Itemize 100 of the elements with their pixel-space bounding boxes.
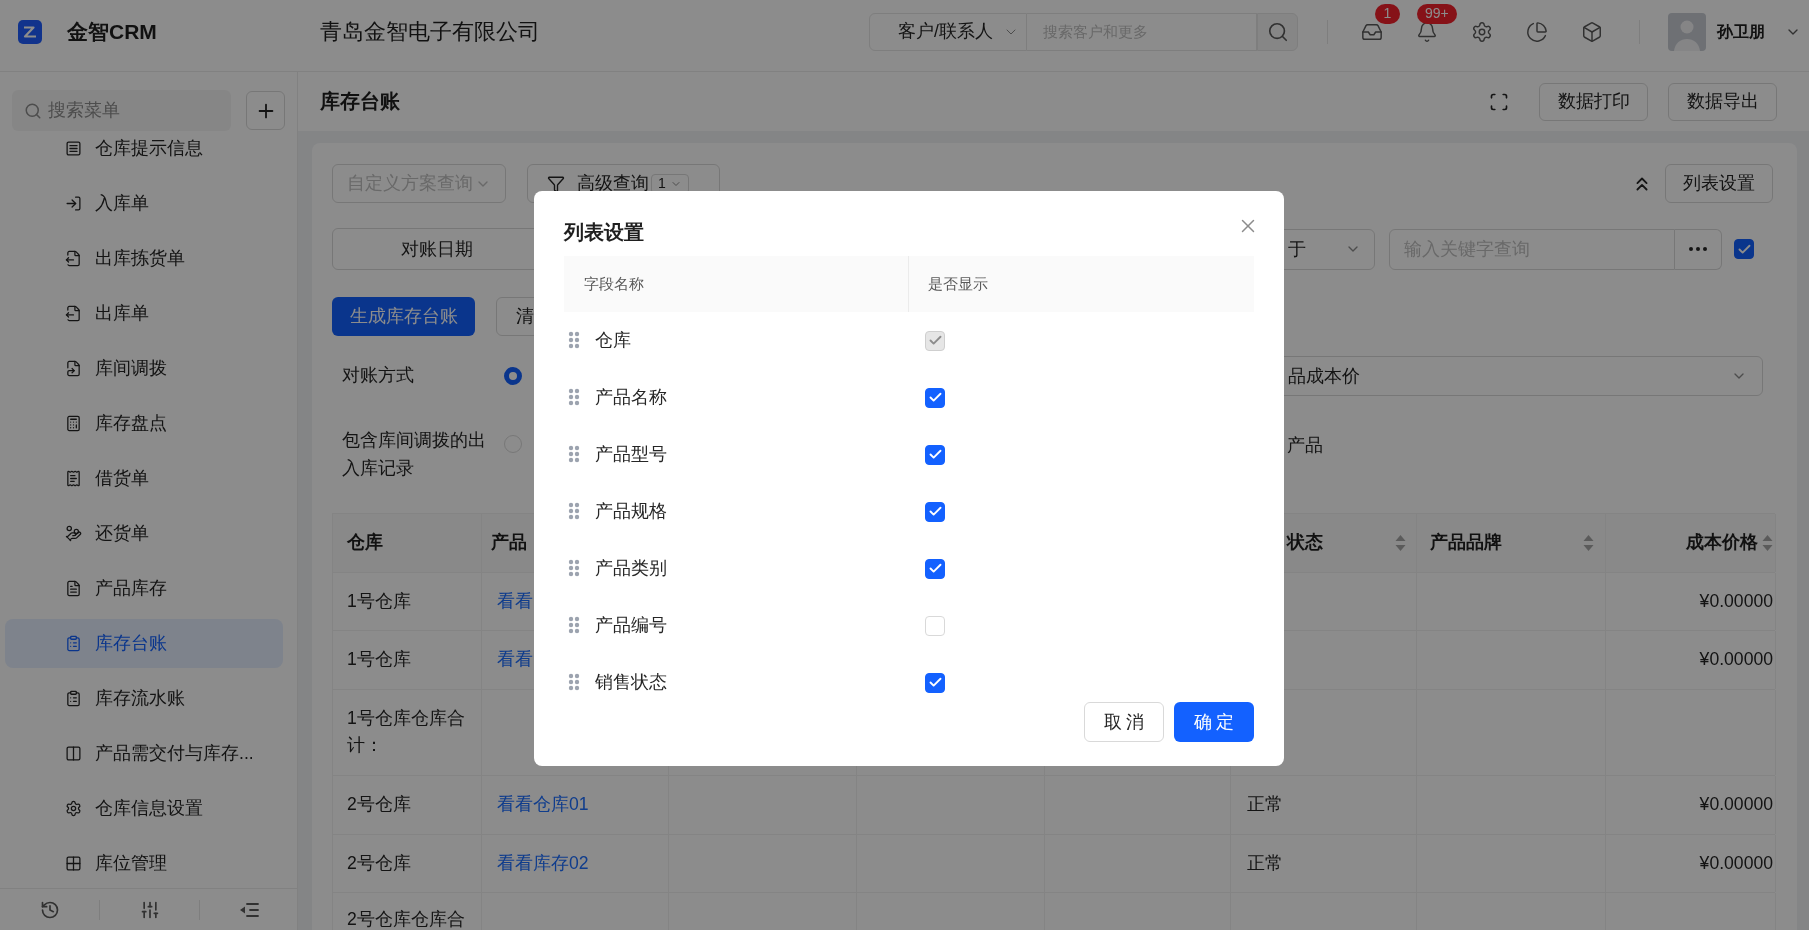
field-name: 产品型号 bbox=[595, 443, 667, 467]
check-icon bbox=[927, 675, 943, 690]
clipboard-icon bbox=[65, 690, 82, 707]
settings-icon bbox=[65, 800, 82, 817]
settings-icon[interactable] bbox=[1471, 20, 1493, 43]
user-name[interactable]: 孙卫朋 bbox=[1717, 19, 1765, 44]
sidebar-item[interactable]: 借货单 bbox=[5, 454, 283, 503]
calculator-icon bbox=[65, 415, 82, 432]
more-icon bbox=[1689, 247, 1707, 251]
option-label: 包含库间调拨的出入库记录 bbox=[341, 429, 487, 480]
drag-handle-icon[interactable] bbox=[568, 616, 580, 635]
table-cell: 正常 bbox=[1231, 775, 1417, 834]
table-cell: ¥0.00000 bbox=[1606, 775, 1776, 834]
notification-badge: 1 bbox=[1375, 3, 1400, 24]
product-link[interactable]: 看看仓库01 bbox=[497, 793, 589, 814]
checkbox[interactable] bbox=[925, 501, 945, 522]
table-cell: 2号仓库仓库合 bbox=[333, 893, 482, 930]
generate-button[interactable]: 生成库存台账 bbox=[332, 297, 475, 336]
file-arrow-icon bbox=[65, 250, 82, 267]
notification-badge: 99+ bbox=[1417, 3, 1457, 24]
document-icon bbox=[65, 580, 82, 597]
list-settings-button[interactable]: 列表设置 bbox=[1665, 164, 1773, 203]
column-header: 产品品牌 bbox=[1430, 531, 1502, 554]
sidebar-item[interactable]: 出库单 bbox=[5, 289, 283, 338]
check-icon bbox=[927, 333, 943, 348]
sidebar-item[interactable]: 库存盘点 bbox=[5, 399, 283, 448]
receipt-icon bbox=[65, 470, 82, 487]
company-name: 青岛金智电子有限公司 bbox=[320, 18, 541, 46]
field-name: 产品类别 bbox=[595, 557, 667, 581]
checkbox[interactable] bbox=[925, 444, 945, 465]
check-icon bbox=[927, 447, 943, 462]
table-cell: 1号仓库 bbox=[333, 572, 482, 631]
option-text: 产品 bbox=[1287, 434, 1323, 457]
column-header: 是否显示 bbox=[927, 274, 988, 295]
column-header: 状态 bbox=[1287, 531, 1323, 554]
drag-handle-icon[interactable] bbox=[568, 673, 580, 692]
logo-icon bbox=[18, 19, 42, 44]
sidebar-item[interactable]: 库存台账 bbox=[5, 619, 283, 668]
checkbox[interactable] bbox=[925, 558, 945, 579]
cube-icon[interactable] bbox=[1581, 20, 1603, 43]
sidebar-item[interactable]: 还货单 bbox=[5, 509, 283, 558]
avatar-placeholder bbox=[1668, 12, 1706, 51]
table-cell: 2号仓库 bbox=[333, 834, 482, 893]
scope-dropdown[interactable]: 客户/联系人 bbox=[869, 12, 1027, 51]
sidebar-item[interactable]: 仓库提示信息 bbox=[5, 135, 283, 173]
add-button[interactable] bbox=[246, 91, 285, 130]
sidebar-item[interactable]: 产品需交付与库存... bbox=[5, 729, 283, 778]
column-header: 字段名称 bbox=[564, 256, 909, 312]
table-cell: ¥0.00000 bbox=[1606, 834, 1776, 893]
checkbox[interactable] bbox=[925, 672, 945, 693]
clipboard-icon bbox=[65, 635, 82, 652]
check-icon bbox=[927, 561, 943, 576]
table-cell: ¥0.00000 bbox=[1606, 572, 1776, 631]
column-header: 成本价格 bbox=[1686, 531, 1758, 554]
history-icon[interactable] bbox=[39, 899, 60, 920]
menu-collapse-icon[interactable] bbox=[238, 901, 259, 918]
sidebar-item[interactable]: 库存流水账 bbox=[5, 674, 283, 723]
product-link[interactable]: 看看库存02 bbox=[497, 852, 589, 873]
field-name: 产品名称 bbox=[595, 386, 667, 410]
filter-icon bbox=[547, 174, 565, 193]
sliders-icon[interactable] bbox=[139, 899, 160, 920]
product-link[interactable]: 看看 bbox=[497, 590, 533, 611]
page-title: 库存台账 bbox=[320, 88, 400, 114]
file-link-icon bbox=[65, 360, 82, 377]
drag-handle-icon[interactable] bbox=[568, 445, 580, 464]
radio-button[interactable] bbox=[504, 367, 522, 385]
table-cell: ¥0.00000 bbox=[1606, 631, 1776, 689]
pie-chart-icon[interactable] bbox=[1526, 20, 1548, 43]
checkbox[interactable] bbox=[925, 387, 945, 408]
column-header: 仓库 bbox=[347, 531, 383, 554]
cancel-button[interactable]: 取 消 bbox=[1084, 702, 1164, 742]
table-cell: 2号仓库 bbox=[333, 775, 482, 834]
check-icon bbox=[927, 504, 943, 519]
search-button[interactable] bbox=[1257, 12, 1298, 51]
grid-icon bbox=[65, 855, 82, 872]
sidebar-item[interactable]: 库间调拨 bbox=[5, 344, 283, 393]
table-cell: 1号仓库 bbox=[333, 631, 482, 689]
columns-icon bbox=[65, 745, 82, 762]
search-icon bbox=[1266, 20, 1289, 43]
search-icon bbox=[24, 101, 42, 120]
sidebar-item[interactable]: 库位管理 bbox=[5, 839, 283, 888]
table-cell: 1号仓库仓库合计： bbox=[333, 689, 482, 775]
product-link[interactable]: 看看 bbox=[497, 649, 533, 670]
drag-handle-icon[interactable] bbox=[568, 559, 580, 578]
drag-handle-icon[interactable] bbox=[568, 502, 580, 521]
product-name: 金智CRM bbox=[67, 18, 157, 45]
sidebar-item[interactable]: 产品库存 bbox=[5, 564, 283, 613]
column-header: 产品 bbox=[491, 531, 527, 554]
header-button[interactable]: 数据导出 bbox=[1668, 82, 1777, 121]
sidebar-item[interactable]: 出库拣货单 bbox=[5, 234, 283, 283]
confirm-button[interactable]: 确 定 bbox=[1174, 702, 1254, 742]
sidebar-item[interactable]: 入库单 bbox=[5, 179, 283, 228]
sidebar-item[interactable]: 仓库信息设置 bbox=[5, 784, 283, 833]
checkbox[interactable] bbox=[1734, 239, 1754, 259]
file-arrow-icon bbox=[65, 305, 82, 322]
header-button[interactable]: 数据打印 bbox=[1539, 82, 1648, 121]
drag-handle-icon[interactable] bbox=[568, 331, 580, 350]
drag-handle-icon[interactable] bbox=[568, 388, 580, 407]
table-cell: 正常 bbox=[1231, 834, 1417, 893]
fullscreen-icon[interactable] bbox=[1489, 91, 1509, 112]
